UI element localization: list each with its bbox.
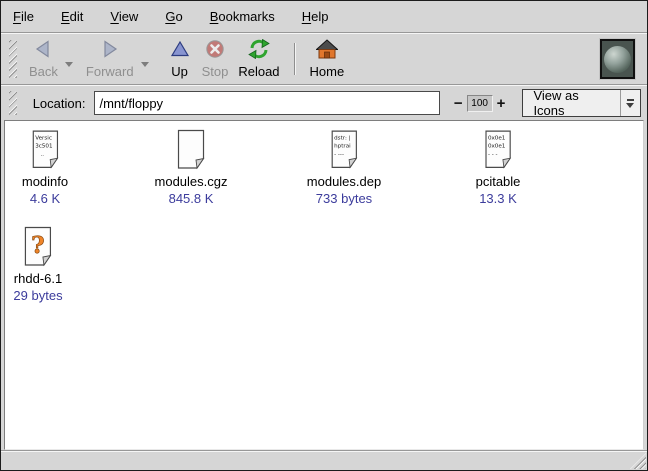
stop-button[interactable]: Stop <box>198 37 233 81</box>
toolbar-drag-handle[interactable] <box>9 40 17 78</box>
menu-help-label: H <box>302 9 311 24</box>
menu-file[interactable]: File <box>12 7 35 26</box>
stop-icon <box>205 39 225 59</box>
file-size: 13.3 K <box>479 192 517 206</box>
forward-history-dropdown[interactable] <box>138 37 152 81</box>
view-mode-label: View as Icons <box>523 90 619 116</box>
forward-icon <box>100 39 120 59</box>
zoom-out-button[interactable]: − <box>450 95 467 112</box>
toolbar: Back Forward Up Stop <box>1 34 647 84</box>
file-size: 845.8 K <box>169 192 214 206</box>
view-mode-dropdown[interactable]: View as Icons <box>522 89 641 117</box>
svg-text:dstr: |: dstr: | <box>334 135 351 141</box>
file-size: 4.6 K <box>30 192 60 206</box>
svg-text:0x0e1: 0x0e1 <box>488 135 506 141</box>
reload-label: Reload <box>238 64 279 79</box>
reload-icon <box>248 39 270 59</box>
svg-text:3c501: 3c501 <box>35 144 53 150</box>
menu-view[interactable]: View <box>109 7 139 26</box>
status-bar <box>1 450 647 470</box>
back-history-dropdown[interactable] <box>62 37 76 81</box>
chevron-down-icon <box>141 62 149 67</box>
up-button[interactable]: Up <box>166 37 194 81</box>
file-name: modules.dep <box>307 175 381 189</box>
text-file-icon: dstr: | hptrai - --- <box>329 129 358 170</box>
up-label: Up <box>171 64 188 79</box>
file-modules-dep[interactable]: dstr: | hptrai - --- modules.dep 733 byt… <box>307 129 381 206</box>
zoom-in-button[interactable]: + <box>493 95 510 112</box>
toolbar-separator <box>294 43 296 75</box>
svg-text:Versic: Versic <box>35 135 52 141</box>
file-rhdd-61[interactable]: ? rhdd-6.1 29 bytes <box>13 226 62 303</box>
resize-grip[interactable] <box>630 453 646 469</box>
reload-button[interactable]: Reload <box>234 37 283 81</box>
menu-go[interactable]: Go <box>164 7 183 26</box>
home-label: Home <box>310 64 345 79</box>
icon-view[interactable]: Versic 3c501 .. modinfo 4.6 K modules.cg… <box>4 120 644 450</box>
chevron-down-icon <box>65 62 73 67</box>
file-size: 733 bytes <box>316 192 372 206</box>
menu-go-label: G <box>165 9 175 24</box>
menu-file-label-rest: ile <box>21 9 34 24</box>
menu-bar: File Edit View Go Bookmarks Help <box>1 1 647 32</box>
location-bar: Location: − 100 + View as Icons <box>1 86 647 120</box>
menu-view-label-rest: iew <box>119 9 139 24</box>
file-name: modules.cgz <box>155 175 228 189</box>
svg-text:?: ? <box>31 232 44 259</box>
text-file-icon: 0x0e1 0x0e1 - - - <box>484 129 513 170</box>
blank-file-icon <box>175 129 206 170</box>
file-name: pcitable <box>476 175 521 189</box>
svg-text:..: .. <box>40 152 44 158</box>
svg-text:0x0e1: 0x0e1 <box>488 144 506 150</box>
menu-view-label: V <box>110 9 118 24</box>
up-icon <box>170 39 190 59</box>
stop-label: Stop <box>202 64 229 79</box>
location-label: Location: <box>33 96 86 111</box>
menu-bookmarks[interactable]: Bookmarks <box>209 7 276 26</box>
menu-help-label-rest: elp <box>311 9 328 24</box>
menu-edit-label: E <box>61 9 70 24</box>
back-icon <box>33 39 53 59</box>
zoom-level-indicator[interactable]: 100 <box>467 95 493 112</box>
menu-edit[interactable]: Edit <box>60 7 84 26</box>
unknown-file-icon: ? <box>23 226 54 267</box>
menu-bookmarks-label-rest: ookmarks <box>218 9 274 24</box>
dropdown-arrow-icon <box>620 90 640 116</box>
menu-edit-label-rest: dit <box>70 9 84 24</box>
file-modinfo[interactable]: Versic 3c501 .. modinfo 4.6 K <box>22 129 68 206</box>
home-button[interactable]: Home <box>306 37 349 81</box>
menu-file-label: F <box>13 9 21 24</box>
svg-text:- - -: - - - <box>488 152 498 158</box>
forward-label: Forward <box>86 64 134 79</box>
file-name: rhdd-6.1 <box>14 272 62 286</box>
location-input[interactable] <box>94 91 439 115</box>
menu-help[interactable]: Help <box>301 7 330 26</box>
svg-text:- ---: - --- <box>334 152 344 158</box>
throbber[interactable] <box>600 39 635 79</box>
file-name: modinfo <box>22 175 68 189</box>
menu-go-label-rest: o <box>175 9 182 24</box>
svg-text:hptrai: hptrai <box>334 144 351 150</box>
file-size: 29 bytes <box>13 289 62 303</box>
file-modules-cgz[interactable]: modules.cgz 845.8 K <box>155 129 228 206</box>
locationbar-drag-handle[interactable] <box>9 91 17 115</box>
throbber-sphere-icon <box>604 46 631 73</box>
file-manager-window: File Edit View Go Bookmarks Help Back Fo… <box>0 0 648 471</box>
home-icon <box>316 39 338 59</box>
back-label: Back <box>29 64 58 79</box>
file-pcitable[interactable]: 0x0e1 0x0e1 - - - pcitable 13.3 K <box>476 129 521 206</box>
back-button[interactable]: Back <box>25 37 62 81</box>
forward-button[interactable]: Forward <box>82 37 138 81</box>
text-file-icon: Versic 3c501 .. <box>31 129 60 170</box>
